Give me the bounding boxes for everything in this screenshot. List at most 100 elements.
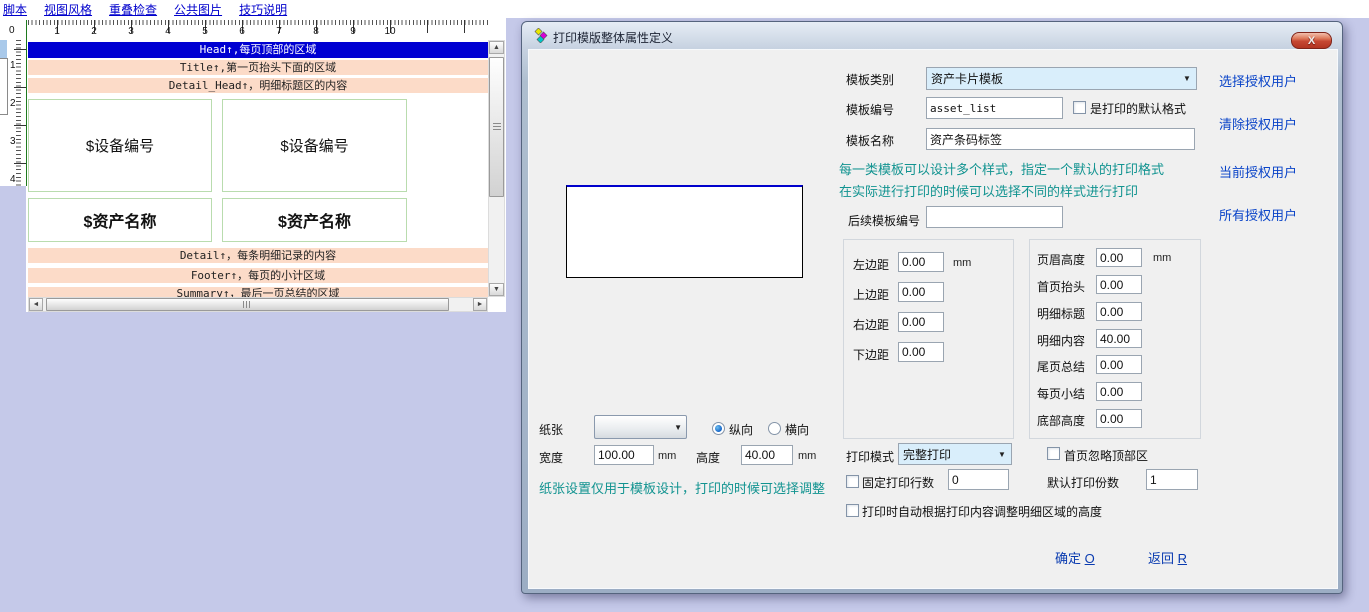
print-mode-dropdown[interactable]: 完整打印 ▼	[898, 443, 1012, 465]
close-button[interactable]: X	[1291, 32, 1332, 49]
ruler-number: 0	[9, 25, 15, 36]
height-row-input[interactable]	[1096, 248, 1142, 267]
band-title[interactable]: Title↑,第一页抬头下面的区域	[28, 60, 488, 75]
scrollbar-thumb[interactable]	[46, 298, 449, 311]
template-designer: 0 1 2 3 4 5 6 7 8 9 10 1 2 3 4 Head↑,每页顶…	[0, 18, 506, 312]
dialog-title-bar[interactable]: 打印模版整体属性定义	[522, 22, 1342, 49]
margin-left-input[interactable]	[898, 252, 944, 272]
height-unit: mm	[1153, 252, 1171, 264]
menu-item-script[interactable]: 脚本	[3, 1, 27, 18]
scroll-left-icon[interactable]: ◄	[29, 298, 43, 311]
print-mode-label: 打印模式	[846, 448, 894, 465]
scroll-right-icon[interactable]: ►	[473, 298, 487, 311]
chevron-down-icon: ▼	[674, 416, 682, 438]
paper-height-unit: mm	[798, 450, 816, 462]
paper-height-input[interactable]	[741, 445, 793, 465]
height-row-input[interactable]	[1096, 355, 1142, 374]
ruler-number: 9	[350, 26, 356, 37]
page-preview-box	[566, 185, 803, 278]
current-authorized-users-link[interactable]: 当前授权用户	[1219, 162, 1297, 181]
margin-unit: mm	[953, 257, 971, 269]
horizontal-scrollbar[interactable]: ◄ ►	[28, 297, 488, 312]
field-box-device-no[interactable]: $设备编号	[222, 99, 407, 192]
margin-top-input[interactable]	[898, 282, 944, 302]
landscape-radio[interactable]	[768, 422, 781, 435]
margin-top-label: 上边距	[853, 286, 889, 303]
note-line1: 每一类模板可以设计多个样式，指定一个默认的打印格式	[839, 159, 1164, 178]
ruler-number: 10	[384, 26, 395, 37]
landscape-label: 横向	[785, 421, 809, 438]
ruler-number: 4	[10, 174, 16, 185]
field-box-asset-name[interactable]: $资产名称	[28, 198, 212, 242]
menu-item-tips[interactable]: 技巧说明	[239, 1, 287, 18]
menu-item-overlap-check[interactable]: 重叠检查	[109, 1, 157, 18]
default-format-checkbox[interactable]	[1073, 101, 1086, 114]
fixed-rows-input[interactable]	[948, 469, 1009, 490]
band-footer[interactable]: Footer↑，每页的小计区域	[28, 268, 488, 283]
menu-item-view-style[interactable]: 视图风格	[44, 1, 92, 18]
height-row-input[interactable]	[1096, 409, 1142, 428]
skip-top-checkbox[interactable]	[1047, 447, 1060, 460]
height-row-input[interactable]	[1096, 275, 1142, 294]
paper-width-label: 宽度	[539, 449, 563, 466]
ruler-number: 2	[91, 26, 97, 37]
scroll-down-icon[interactable]: ▼	[489, 283, 504, 296]
height-row-input[interactable]	[1096, 382, 1142, 401]
code-input[interactable]	[926, 97, 1063, 119]
auto-adjust-checkbox[interactable]	[846, 504, 859, 517]
margin-bottom-input[interactable]	[898, 342, 944, 362]
field-box-asset-name[interactable]: $资产名称	[222, 198, 407, 242]
ruler-number: 1	[54, 26, 60, 37]
screen: 脚本 视图风格 重叠检查 公共图片 技巧说明 0 1 2 3 4 5 6 7 8…	[0, 0, 1369, 612]
portrait-radio[interactable]	[712, 422, 725, 435]
ruler-number: 3	[10, 136, 16, 147]
ruler-number: 2	[10, 98, 16, 109]
scrollbar-thumb[interactable]	[489, 57, 504, 197]
margin-right-input[interactable]	[898, 312, 944, 332]
height-row-input[interactable]	[1096, 329, 1142, 348]
scroll-up-icon[interactable]: ▲	[489, 41, 504, 54]
dialog-title: 打印模版整体属性定义	[553, 29, 673, 46]
copies-input[interactable]	[1146, 469, 1198, 490]
paper-note: 纸张设置仅用于模板设计，打印的时候可选择调整	[539, 478, 825, 497]
band-detail-head[interactable]: Detail_Head↑，明细标题区的内容	[28, 78, 488, 93]
paper-dropdown[interactable]: ▼	[594, 415, 687, 439]
paper-height-label: 高度	[696, 449, 720, 466]
note-line2: 在实际进行打印的时候可以选择不同的样式进行打印	[839, 181, 1138, 200]
height-row-input[interactable]	[1096, 302, 1142, 321]
select-authorized-users-link[interactable]: 选择授权用户	[1219, 71, 1297, 90]
height-row-label: 底部高度	[1037, 412, 1085, 429]
default-format-label: 是打印的默认格式	[1090, 100, 1186, 117]
height-row-label: 明细标题	[1037, 305, 1085, 322]
category-dropdown[interactable]: 资产卡片模板 ▼	[926, 67, 1197, 90]
thumb-grip	[243, 301, 252, 308]
band-detail[interactable]: Detail↑，每条明细记录的内容	[28, 248, 488, 263]
vertical-ruler	[6, 40, 26, 188]
all-authorized-users-link[interactable]: 所有授权用户	[1219, 205, 1297, 224]
ruler-number: 6	[239, 26, 245, 37]
thumb-grip	[493, 123, 501, 132]
field-device-no: $设备编号	[86, 135, 154, 156]
menu-item-public-images[interactable]: 公共图片	[174, 1, 222, 18]
name-input[interactable]	[926, 128, 1195, 150]
field-box-device-no[interactable]: $设备编号	[28, 99, 212, 192]
ok-button[interactable]: 确定 O	[1055, 548, 1095, 567]
paper-label: 纸张	[539, 421, 563, 438]
paper-width-input[interactable]	[594, 445, 654, 465]
band-head[interactable]: Head↑,每页顶部的区域	[28, 42, 488, 58]
band-summary[interactable]: Summary↑，最后一页总结的区域	[28, 287, 488, 297]
ruler-number: 7	[276, 26, 282, 37]
vertical-scrollbar[interactable]: ▲ ▼	[488, 40, 505, 297]
paper-width-unit: mm	[658, 450, 676, 462]
back-button[interactable]: 返回 R	[1148, 548, 1187, 567]
horizontal-ruler	[28, 20, 490, 40]
next-code-input[interactable]	[926, 206, 1063, 228]
name-label: 模板名称	[846, 132, 894, 149]
field-asset-name: $资产名称	[84, 208, 157, 232]
clear-authorized-users-link[interactable]: 清除授权用户	[1219, 114, 1297, 133]
fixed-rows-checkbox[interactable]	[846, 475, 859, 488]
code-label: 模板编号	[846, 101, 894, 118]
height-row-label: 明细内容	[1037, 332, 1085, 349]
fixed-rows-label: 固定打印行数	[862, 474, 934, 491]
ruler-number: 8	[313, 26, 319, 37]
